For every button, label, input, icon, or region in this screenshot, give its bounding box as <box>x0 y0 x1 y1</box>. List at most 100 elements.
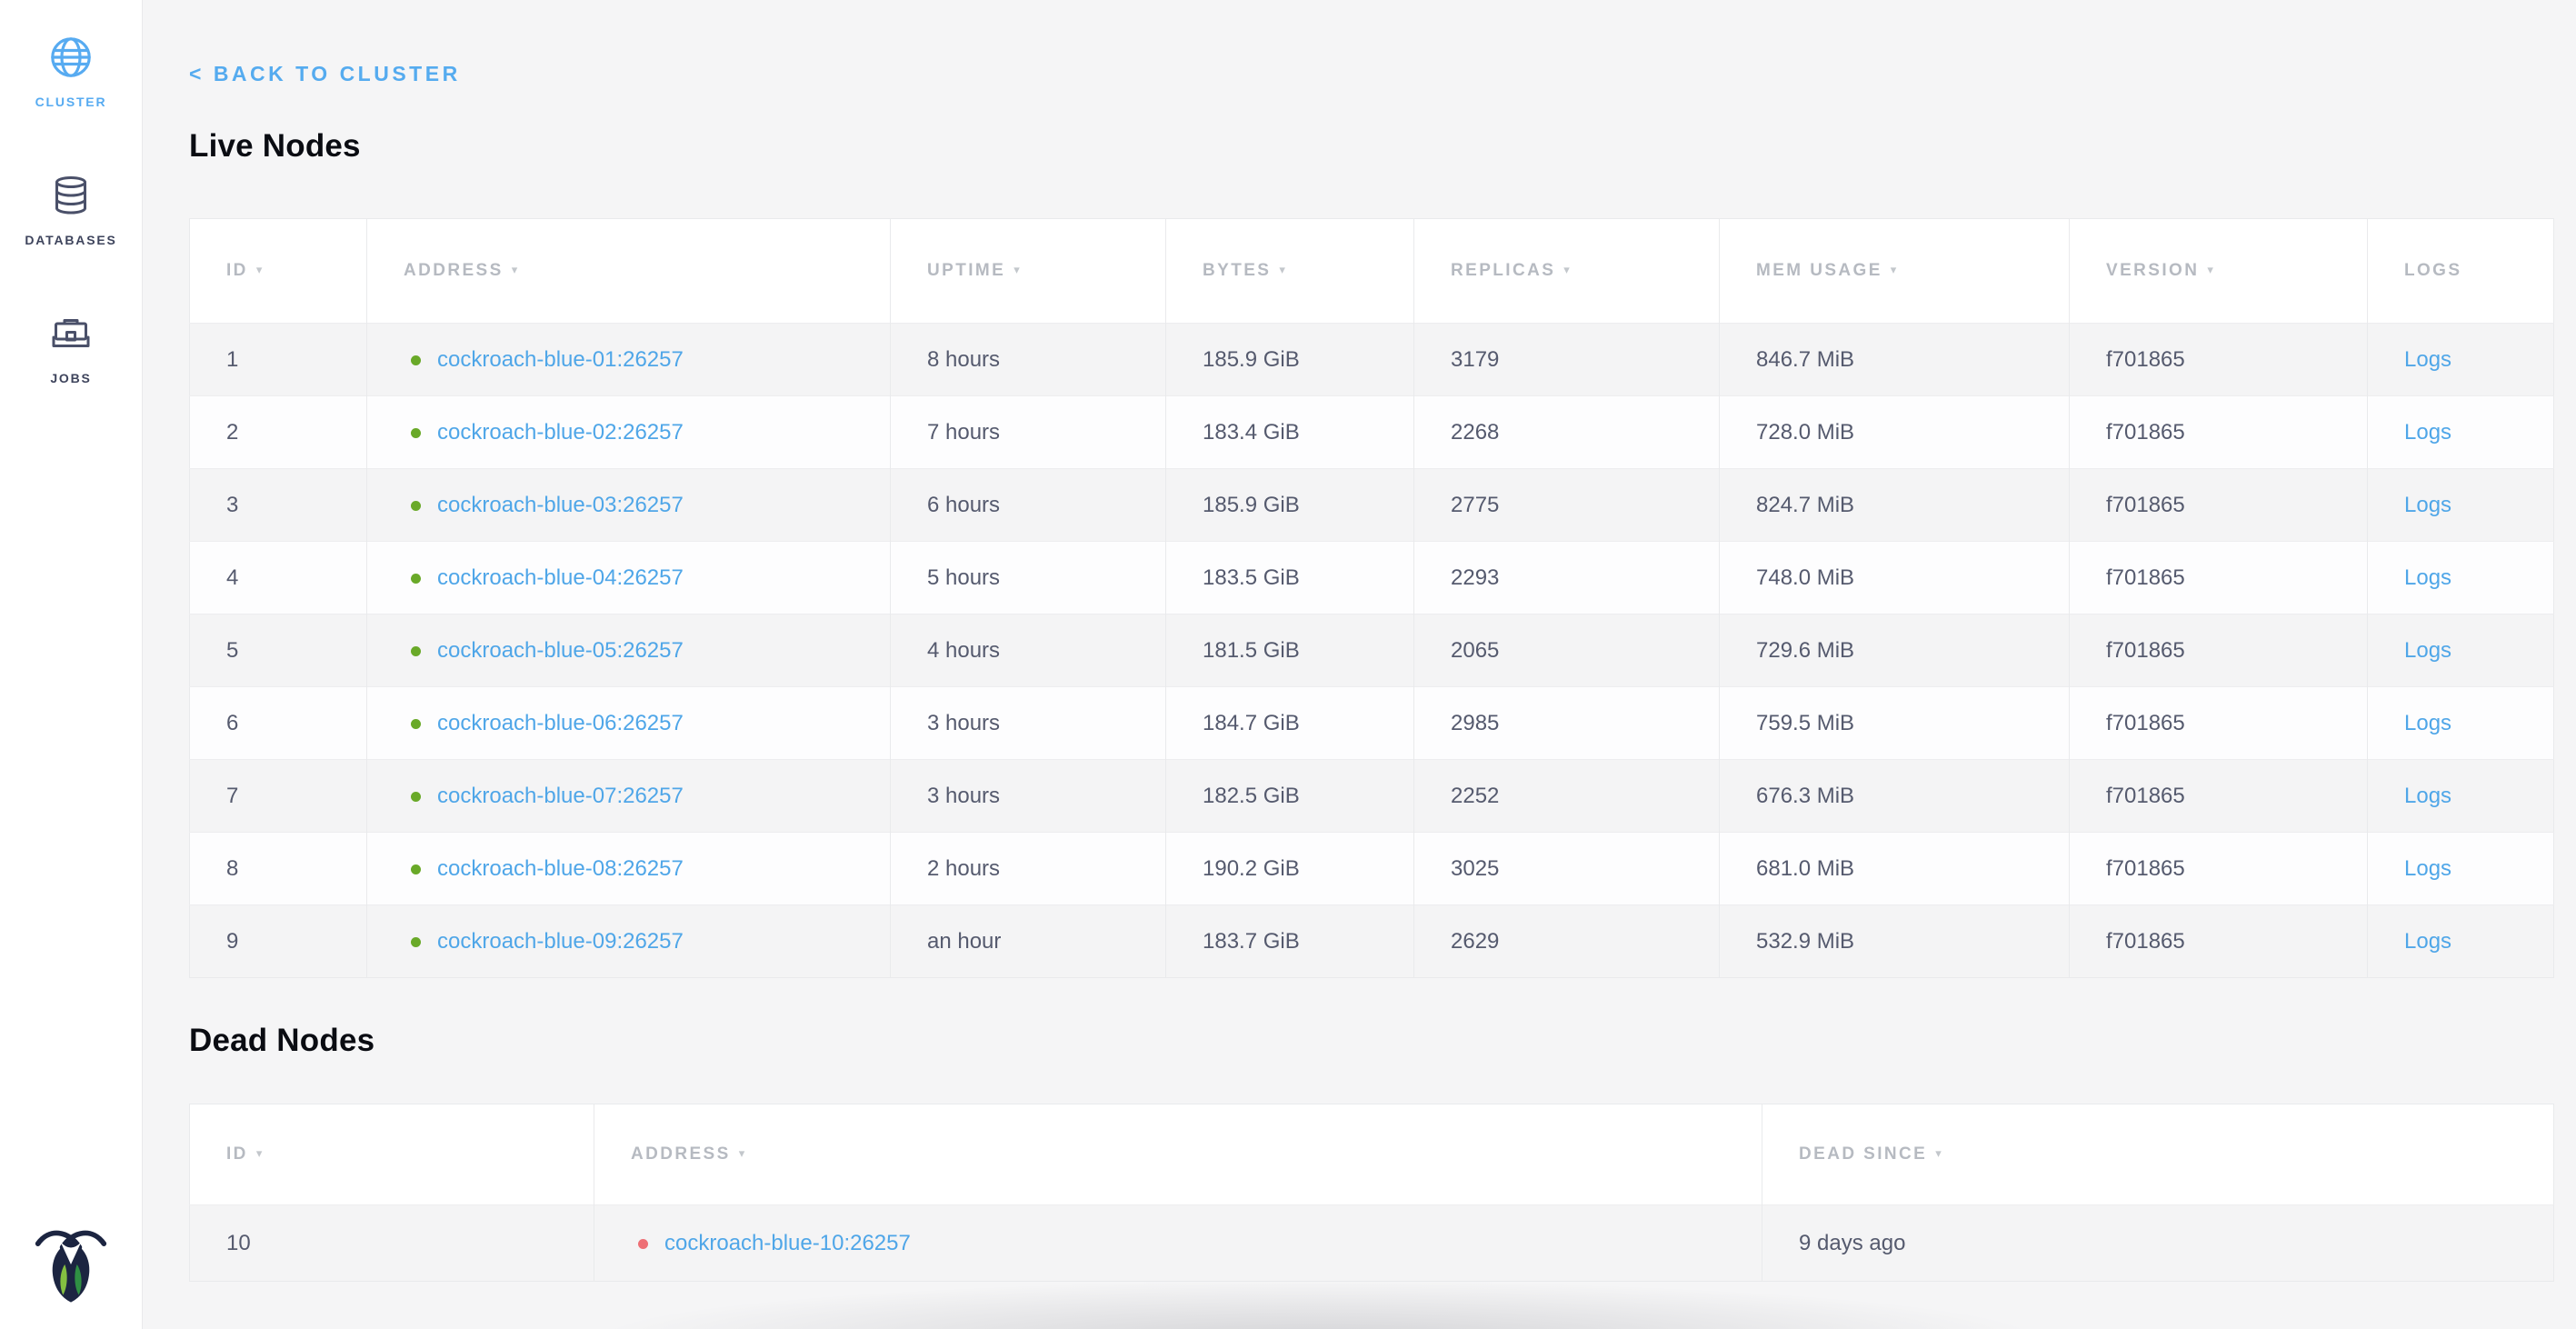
cell-uptime: 5 hours <box>891 542 1166 615</box>
live-nodes-title: Live Nodes <box>189 127 2553 165</box>
logs-link[interactable]: Logs <box>2404 784 2451 808</box>
sort-desc-icon: ▾ <box>1279 263 1285 276</box>
node-address-link[interactable]: cockroach-blue-09:26257 <box>437 929 684 954</box>
node-status-dot <box>411 355 421 365</box>
cell-version: f701865 <box>2070 760 2368 833</box>
node-status-dot <box>638 1239 648 1249</box>
cell-uptime: an hour <box>891 905 1166 978</box>
cell-id: 6 <box>190 687 367 760</box>
node-address-link[interactable]: cockroach-blue-07:26257 <box>437 784 684 808</box>
table-row: 2cockroach-blue-02:262577 hours183.4 GiB… <box>190 396 2554 469</box>
table-row: 1cockroach-blue-01:262578 hours185.9 GiB… <box>190 324 2554 396</box>
cell-uptime: 3 hours <box>891 687 1166 760</box>
node-address-link[interactable]: cockroach-blue-10:26257 <box>664 1231 911 1255</box>
column-header-version[interactable]: VERSION ▾ <box>2070 219 2368 324</box>
column-header-label: ADDRESS <box>404 261 504 280</box>
sort-desc-icon: ▾ <box>1935 1146 1942 1160</box>
sidebar: CLUSTER DATABASES JOBS <box>0 0 143 1329</box>
briefcase-icon <box>43 313 99 355</box>
cell-replicas: 2629 <box>1414 905 1720 978</box>
cell-mem_usage: 681.0 MiB <box>1720 833 2070 905</box>
cell-bytes: 183.4 GiB <box>1166 396 1414 469</box>
node-address-link[interactable]: cockroach-blue-02:26257 <box>437 420 684 445</box>
cell-id: 1 <box>190 324 367 396</box>
node-address-link[interactable]: cockroach-blue-03:26257 <box>437 493 684 517</box>
cell-logs: Logs <box>2368 542 2554 615</box>
table-row: 8cockroach-blue-08:262572 hours190.2 GiB… <box>190 833 2554 905</box>
cell-bytes: 184.7 GiB <box>1166 687 1414 760</box>
column-header-mem_usage[interactable]: MEM USAGE▾ <box>1720 219 2070 324</box>
cell-address: cockroach-blue-10:26257 <box>594 1205 1762 1282</box>
node-status-dot <box>411 574 421 584</box>
column-header-label: BYTES <box>1203 261 1271 280</box>
cell-mem_usage: 729.6 MiB <box>1720 615 2070 687</box>
cell-version: f701865 <box>2070 324 2368 396</box>
node-address-link[interactable]: cockroach-blue-05:26257 <box>437 638 684 663</box>
node-status-dot <box>411 428 421 438</box>
column-header-label: ID <box>226 261 248 280</box>
logs-link[interactable]: Logs <box>2404 638 2451 663</box>
cell-version: f701865 <box>2070 396 2368 469</box>
cell-uptime: 7 hours <box>891 396 1166 469</box>
column-header-logs: LOGS <box>2368 219 2554 324</box>
cell-replicas: 2985 <box>1414 687 1720 760</box>
column-header-replicas[interactable]: REPLICAS▾ <box>1414 219 1720 324</box>
sort-desc-icon: ▾ <box>2207 263 2213 276</box>
column-header-bytes[interactable]: BYTES ▾ <box>1166 219 1414 324</box>
logs-link[interactable]: Logs <box>2404 493 2451 517</box>
cell-uptime: 2 hours <box>891 833 1166 905</box>
cell-mem_usage: 728.0 MiB <box>1720 396 2070 469</box>
logs-link[interactable]: Logs <box>2404 565 2451 590</box>
sidebar-item-databases[interactable]: DATABASES <box>25 175 116 247</box>
cell-logs: Logs <box>2368 833 2554 905</box>
logs-link[interactable]: Logs <box>2404 347 2451 372</box>
cell-version: f701865 <box>2070 615 2368 687</box>
column-header-id[interactable]: ID▾ <box>190 1104 594 1205</box>
cell-version: f701865 <box>2070 469 2368 542</box>
sort-desc-icon: ▾ <box>256 1146 263 1160</box>
sort-desc-icon: ▾ <box>1891 263 1897 276</box>
cell-bytes: 183.7 GiB <box>1166 905 1414 978</box>
cell-uptime: 4 hours <box>891 615 1166 687</box>
cell-address: cockroach-blue-02:26257 <box>367 396 891 469</box>
cell-address: cockroach-blue-08:26257 <box>367 833 891 905</box>
column-header-id[interactable]: ID▾ <box>190 219 367 324</box>
cell-version: f701865 <box>2070 905 2368 978</box>
node-status-dot <box>411 501 421 511</box>
cell-uptime: 3 hours <box>891 760 1166 833</box>
node-address-link[interactable]: cockroach-blue-06:26257 <box>437 711 684 735</box>
cell-address: cockroach-blue-09:26257 <box>367 905 891 978</box>
table-row: 4 cockroach-blue-04:26257 5 hours183.5 GiB… <box>190 542 2554 615</box>
logs-link[interactable]: Logs <box>2404 856 2451 881</box>
cell-dead_since: 9 days ago <box>1762 1205 2554 1282</box>
cell-id: 10 <box>190 1205 594 1282</box>
back-to-cluster-link[interactable]: < BACK TO CLUSTER <box>189 60 461 87</box>
sidebar-item-label: DATABASES <box>25 233 116 247</box>
sidebar-item-label: JOBS <box>50 371 91 385</box>
column-header-address[interactable]: ADDRESS▾ <box>594 1104 1762 1205</box>
column-header-label: UPTIME <box>927 261 1005 280</box>
cell-bytes: 183.5 GiB <box>1166 542 1414 615</box>
cell-address: cockroach-blue-05:26257 <box>367 615 891 687</box>
column-header-uptime[interactable]: UPTIME▾ <box>891 219 1166 324</box>
cell-replicas: 2775 <box>1414 469 1720 542</box>
column-header-label: VERSION <box>2106 261 2199 280</box>
cell-id: 4 <box>190 542 367 615</box>
main-content: < BACK TO CLUSTER Live Nodes ID▾ADDRESS▾… <box>143 0 2576 1282</box>
cell-replicas: 2065 <box>1414 615 1720 687</box>
cell-address: cockroach-blue-03:26257 <box>367 469 891 542</box>
column-header-label: DEAD SINCE <box>1799 1144 1927 1164</box>
sidebar-item-jobs[interactable]: JOBS <box>43 313 99 385</box>
column-header-address[interactable]: ADDRESS▾ <box>367 219 891 324</box>
logs-link[interactable]: Logs <box>2404 929 2451 954</box>
node-address-link[interactable]: cockroach-blue-04:26257 <box>437 565 684 590</box>
logs-link[interactable]: Logs <box>2404 420 2451 445</box>
column-header-dead_since[interactable]: DEAD SINCE ▾ <box>1762 1104 2554 1205</box>
cockroachdb-logo[interactable] <box>34 1225 108 1304</box>
node-address-link[interactable]: cockroach-blue-08:26257 <box>437 856 684 881</box>
node-address-link[interactable]: cockroach-blue-01:26257 <box>437 347 684 372</box>
dead-nodes-title: Dead Nodes <box>189 1022 2553 1059</box>
logs-link[interactable]: Logs <box>2404 711 2451 735</box>
cell-address: cockroach-blue-04:26257 <box>367 542 891 615</box>
sidebar-item-cluster[interactable]: CLUSTER <box>35 36 107 109</box>
